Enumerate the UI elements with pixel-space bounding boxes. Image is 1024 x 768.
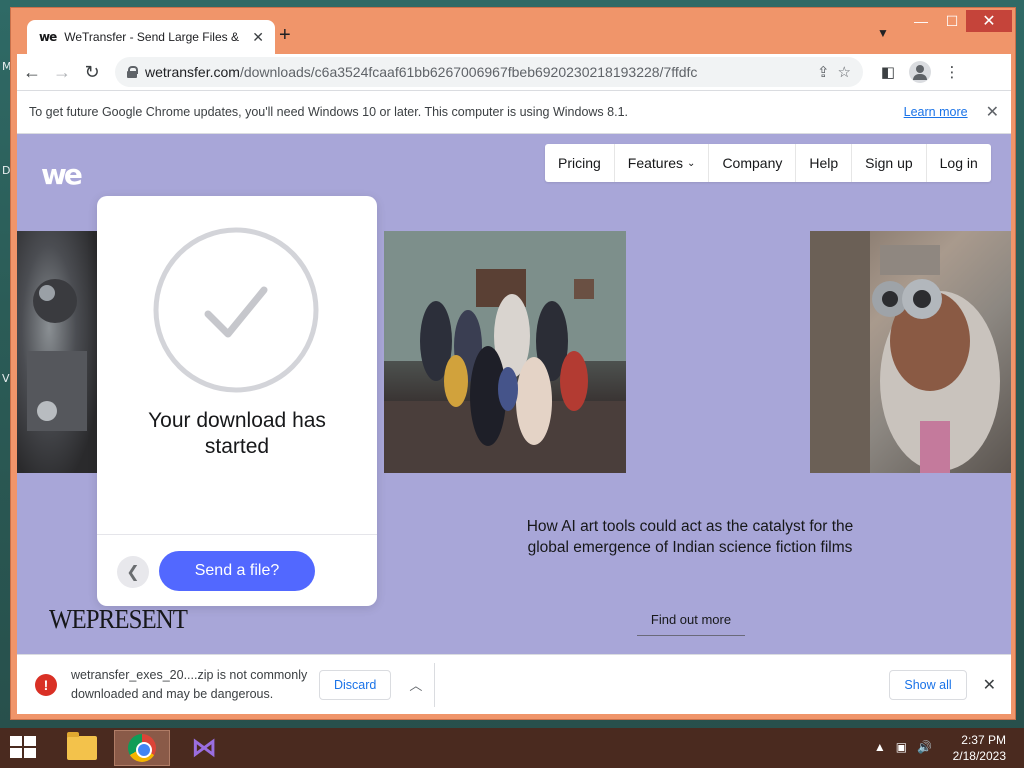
- share-icon[interactable]: ⇪: [817, 63, 830, 81]
- download-bar: ! wetransfer_exes_20....zip is not commo…: [17, 654, 1011, 714]
- download-bar-close-icon[interactable]: ✕: [983, 675, 996, 695]
- chevron-left-icon: ❮: [126, 564, 140, 581]
- goggles-man-photo: [810, 231, 1011, 473]
- find-out-more-link[interactable]: Find out more: [637, 612, 745, 636]
- checkmark-circle-icon: [153, 227, 319, 393]
- update-infobar: To get future Google Chrome updates, you…: [17, 90, 1011, 134]
- send-a-file-button[interactable]: Send a file?: [159, 551, 315, 591]
- back-chevron-button[interactable]: ❮: [117, 556, 149, 588]
- tab-close-icon[interactable]: ✕: [252, 29, 264, 46]
- new-tab-plus-icon[interactable]: +: [279, 24, 291, 47]
- wepresent-logo[interactable]: WEPRESENT: [49, 604, 188, 635]
- chevron-up-icon[interactable]: ︿: [409, 675, 422, 694]
- article-teaser[interactable]: How AI art tools could act as the cataly…: [515, 516, 865, 558]
- visual-studio-icon[interactable]: ⋈: [176, 730, 232, 766]
- back-arrow-icon[interactable]: ←: [17, 57, 47, 87]
- browser-tab[interactable]: we WeTransfer - Send Large Files & Share…: [27, 20, 275, 54]
- profile-avatar-icon[interactable]: [909, 61, 931, 83]
- system-tray: ▲ ▣ 🔊: [874, 740, 932, 754]
- address-bar[interactable]: wetransfer.com/downloads/c6a3524fcaaf61b…: [115, 57, 863, 87]
- warning-icon: !: [35, 673, 57, 696]
- windows-start-icon[interactable]: [10, 736, 38, 760]
- taskbar-clock[interactable]: 2:37 PM 2/18/2023: [953, 732, 1006, 764]
- tab-title: WeTransfer - Send Large Files & Share Ph…: [64, 30, 242, 44]
- nav-log-in[interactable]: Log in: [927, 144, 991, 182]
- family-portrait-photo: [384, 231, 626, 473]
- chrome-window: we WeTransfer - Send Large Files & Share…: [10, 7, 1016, 720]
- nav-sign-up[interactable]: Sign up: [852, 144, 927, 182]
- desktop-icon-letter: V: [2, 372, 10, 385]
- infobar-close-icon[interactable]: ✕: [986, 102, 999, 122]
- file-explorer-icon[interactable]: [54, 730, 110, 766]
- url-host: wetransfer.com: [145, 64, 240, 80]
- lock-icon[interactable]: [127, 66, 138, 78]
- nav-features-label: Features: [627, 155, 684, 171]
- download-warning-text: wetransfer_exes_20....zip is not commonl…: [71, 667, 308, 701]
- menu-kebab-icon[interactable]: ⋮: [941, 63, 963, 81]
- side-panel-icon[interactable]: ◧: [877, 63, 899, 81]
- download-bar-divider: [434, 662, 436, 707]
- page-content: we Pricing Features ⌄ Company Help Sign u…: [17, 134, 1011, 654]
- reload-icon[interactable]: ↻: [77, 57, 107, 87]
- download-started-title: Your download has started: [148, 409, 326, 458]
- show-all-button[interactable]: Show all: [889, 669, 967, 700]
- forward-arrow-icon[interactable]: →: [47, 57, 77, 87]
- site-nav: Pricing Features ⌄ Company Help Sign up L…: [545, 144, 991, 182]
- infobar-message: To get future Google Chrome updates, you…: [29, 105, 628, 119]
- network-icon[interactable]: ▣: [896, 740, 907, 754]
- minimize-button[interactable]: —: [906, 10, 936, 32]
- window-close-button[interactable]: ✕: [966, 10, 1012, 32]
- learn-more-link[interactable]: Learn more: [904, 105, 968, 119]
- url-path: /downloads/c6a3524fcaaf61bb6267006967fbe…: [239, 64, 698, 80]
- wetransfer-logo[interactable]: we: [41, 158, 83, 191]
- nav-features[interactable]: Features ⌄: [615, 144, 710, 182]
- show-hidden-icons-icon[interactable]: ▲: [874, 740, 886, 754]
- bookmark-star-icon[interactable]: ☆: [838, 63, 851, 81]
- url-text[interactable]: wetransfer.com/downloads/c6a3524fcaaf61b…: [145, 64, 809, 80]
- clock-time: 2:37 PM: [961, 733, 1006, 747]
- tab-search-chevron-icon[interactable]: ▼: [877, 26, 889, 40]
- chevron-down-icon: ⌄: [687, 157, 696, 169]
- nav-help[interactable]: Help: [796, 144, 853, 182]
- wetransfer-favicon-icon: we: [39, 30, 57, 44]
- nav-pricing[interactable]: Pricing: [545, 144, 615, 182]
- download-started-panel: Your download has started ❮ Send a file?: [97, 196, 377, 606]
- volume-icon[interactable]: 🔊: [917, 740, 932, 754]
- browser-toolbar: ← → ↻ wetransfer.com/downloads/c6a3524fc…: [17, 54, 1011, 90]
- discard-button[interactable]: Discard: [319, 669, 392, 700]
- google-chrome-icon[interactable]: [114, 730, 170, 766]
- panel-divider: [97, 534, 377, 535]
- ai-robot-photo: [17, 231, 97, 473]
- clock-date: 2/18/2023: [952, 749, 1006, 763]
- maximize-button[interactable]: ☐: [937, 10, 967, 32]
- windows-taskbar: ⋈ ▲ ▣ 🔊 2:37 PM 2/18/2023: [0, 728, 1024, 768]
- nav-company[interactable]: Company: [709, 144, 797, 182]
- title-bar: we WeTransfer - Send Large Files & Share…: [11, 8, 1015, 54]
